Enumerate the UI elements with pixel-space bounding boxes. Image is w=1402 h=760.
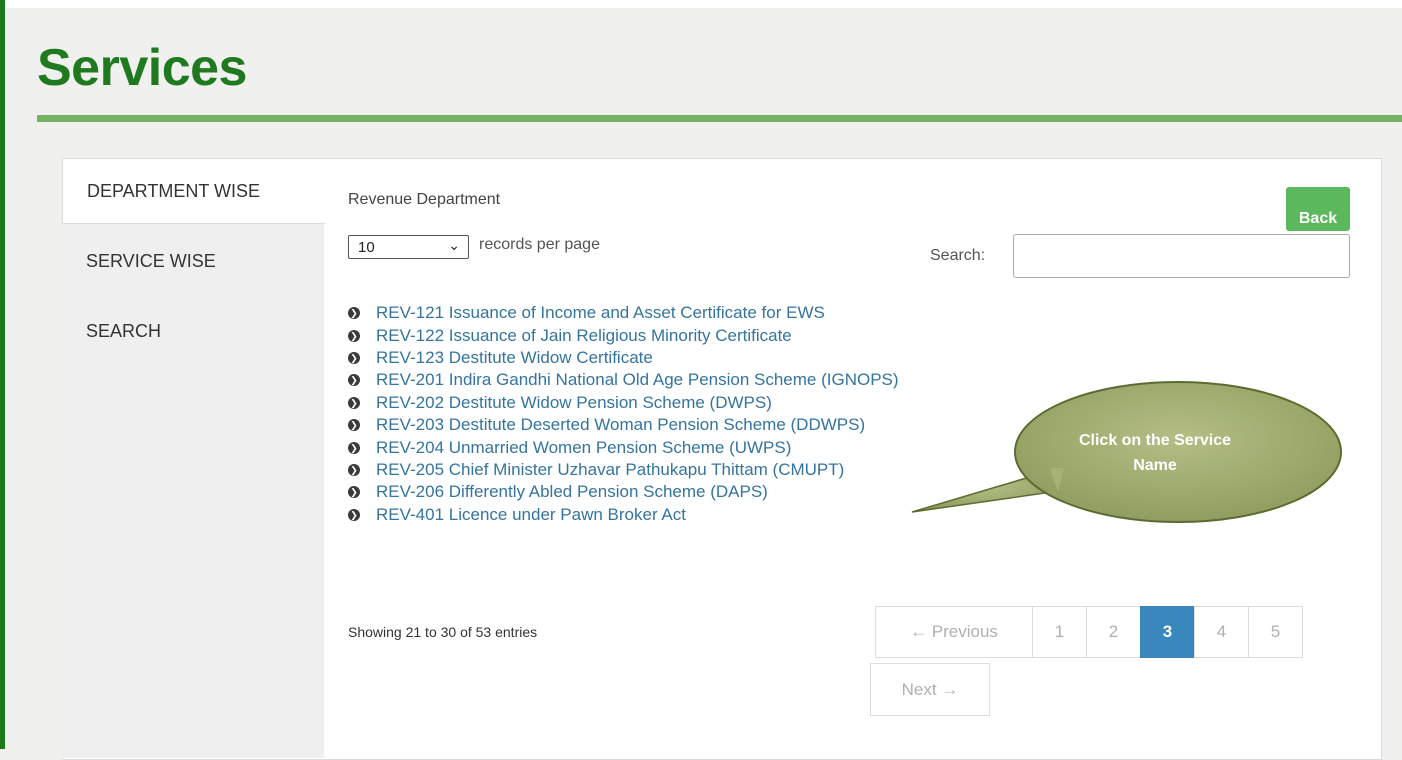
list-item: ❯ REV-123 Destitute Widow Certificate <box>348 347 899 369</box>
next-page-button[interactable]: Next → <box>870 663 990 716</box>
circle-arrow-right-icon: ❯ <box>348 508 360 521</box>
list-item: ❯ REV-203 Destitute Deserted Woman Pensio… <box>348 414 899 436</box>
page-button-1[interactable]: 1 <box>1032 606 1087 658</box>
circle-arrow-right-icon: ❯ <box>348 307 360 320</box>
records-per-page-value: 10 <box>358 238 375 256</box>
circle-arrow-right-icon: ❯ <box>348 351 360 364</box>
service-link[interactable]: REV-203 Destitute Deserted Woman Pension… <box>376 415 865 435</box>
callout-line-2: Name <box>1133 457 1177 474</box>
list-item: ❯ REV-122 Issuance of Jain Religious Mino… <box>348 324 899 346</box>
records-per-page-select[interactable]: 10 ⌄ <box>348 235 469 259</box>
page-button-3-current[interactable]: 3 <box>1140 606 1195 658</box>
entries-info: Showing 21 to 30 of 53 entries <box>348 624 538 640</box>
previous-page-button[interactable]: ← Previous <box>875 606 1033 658</box>
chevron-down-icon: ⌄ <box>448 237 460 253</box>
tab-label: SERVICE WISE <box>86 250 216 271</box>
circle-arrow-right-icon: ❯ <box>348 463 360 476</box>
list-item: ❯ REV-206 Differently Abled Pension Schem… <box>348 481 899 503</box>
title-divider <box>37 115 1402 122</box>
circle-arrow-right-icon: ❯ <box>348 441 360 454</box>
page-button-4[interactable]: 4 <box>1194 606 1249 658</box>
search-input[interactable] <box>1013 234 1350 278</box>
records-per-page-label: records per page <box>479 236 600 253</box>
tab-label: DEPARTMENT WISE <box>87 180 261 201</box>
service-link[interactable]: REV-202 Destitute Widow Pension Scheme (… <box>376 393 772 413</box>
list-item: ❯ REV-205 Chief Minister Uzhavar Pathukap… <box>348 459 899 481</box>
page-title: Services <box>37 39 247 97</box>
list-item: ❯ REV-202 Destitute Widow Pension Scheme … <box>348 392 899 414</box>
circle-arrow-right-icon: ❯ <box>348 486 360 499</box>
circle-arrow-right-icon: ❯ <box>348 329 360 342</box>
tab-search[interactable]: SEARCH <box>62 298 324 364</box>
tab-department-wise[interactable]: DEPARTMENT WISE <box>62 158 325 224</box>
sidebar-nav: DEPARTMENT WISE SERVICE WISE SEARCH <box>62 158 325 758</box>
page-button-2[interactable]: 2 <box>1086 606 1141 658</box>
list-item: ❯ REV-204 Unmarried Women Pension Scheme … <box>348 436 899 458</box>
circle-arrow-right-icon: ❯ <box>348 374 360 387</box>
service-link[interactable]: REV-201 Indira Gandhi National Old Age P… <box>376 370 899 390</box>
page-button-5[interactable]: 5 <box>1248 606 1303 658</box>
circle-arrow-right-icon: ❯ <box>348 419 360 432</box>
circle-arrow-right-icon: ❯ <box>348 396 360 409</box>
list-item: ❯ REV-201 Indira Gandhi National Old Age … <box>348 369 899 391</box>
pagination: ← Previous 1 2 3 4 5 <box>875 606 1303 658</box>
service-link[interactable]: REV-205 Chief Minister Uzhavar Pathukapu… <box>376 460 844 480</box>
service-link[interactable]: REV-401 Licence under Pawn Broker Act <box>376 505 686 525</box>
list-item: ❯ REV-121 Issuance of Income and Asset Ce… <box>348 302 899 324</box>
left-accent-bar <box>0 0 5 749</box>
service-link[interactable]: REV-206 Differently Abled Pension Scheme… <box>376 482 768 502</box>
service-link[interactable]: REV-121 Issuance of Income and Asset Cer… <box>376 303 825 323</box>
service-list: ❯ REV-121 Issuance of Income and Asset Ce… <box>348 302 899 526</box>
search-label: Search: <box>930 247 986 264</box>
page: Services DEPARTMENT WISE SERVICE WISE SE… <box>0 0 1402 760</box>
list-item: ❯ REV-401 Licence under Pawn Broker Act <box>348 504 899 526</box>
department-heading: Revenue Department <box>348 191 501 208</box>
callout-text: Click on the Service Name <box>1040 428 1270 478</box>
back-button[interactable]: Back <box>1286 187 1350 231</box>
tab-service-wise[interactable]: SERVICE WISE <box>62 228 324 294</box>
service-link[interactable]: REV-204 Unmarried Women Pension Scheme (… <box>376 438 791 458</box>
service-link[interactable]: REV-123 Destitute Widow Certificate <box>376 348 653 368</box>
service-link[interactable]: REV-122 Issuance of Jain Religious Minor… <box>376 326 792 346</box>
top-strip <box>5 0 1402 8</box>
tab-label: SEARCH <box>86 320 162 341</box>
callout-line-1: Click on the Service <box>1078 432 1232 449</box>
